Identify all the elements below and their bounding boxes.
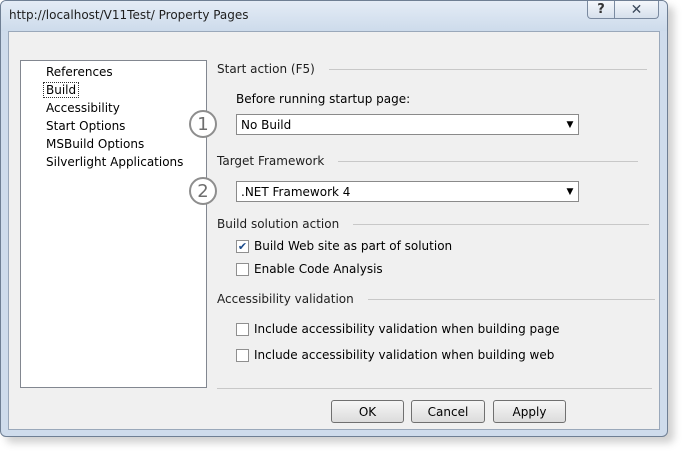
callout-marker-2: 2 [189, 177, 217, 205]
before-running-label: Before running startup page: [236, 92, 411, 106]
target-framework-heading: Target Framework [217, 154, 325, 168]
nav-item-accessibility[interactable]: Accessibility [46, 99, 206, 117]
check-mark-icon: ✔ [237, 239, 248, 253]
dialog-client-area: References Build Accessibility Start Opt… [8, 31, 660, 430]
nav-item-label: MSBuild Options [46, 137, 145, 151]
nav-item-label: References [46, 65, 113, 79]
start-action-group-header: Start action (F5) [217, 62, 647, 76]
enable-code-analysis-checkbox[interactable] [236, 262, 249, 276]
validate-web-checkbox[interactable] [236, 348, 249, 362]
target-framework-dropdown[interactable]: .NET Framework 4 ▼ [236, 181, 579, 202]
nav-item-build[interactable]: Build [43, 81, 206, 99]
close-button[interactable]: ✕ [615, 1, 659, 19]
start-action-dropdown[interactable]: No Build ▼ [236, 114, 579, 135]
target-framework-value: .NET Framework 4 [241, 184, 351, 199]
help-icon: ? [597, 2, 605, 17]
close-icon: ✕ [630, 1, 643, 18]
start-action-heading: Start action (F5) [217, 62, 315, 76]
build-web-site-checkbox[interactable]: ✔ [236, 239, 249, 253]
nav-item-msbuild-options[interactable]: MSBuild Options [46, 135, 206, 153]
build-web-site-label: Build Web site as part of solution [254, 239, 453, 253]
section-divider [367, 298, 655, 300]
dropdown-arrow-icon: ▼ [566, 186, 574, 197]
validate-page-label: Include accessibility validation when bu… [254, 322, 560, 336]
property-pages-dialog: http://localhost/V11Test/ Property Pages… [0, 0, 668, 437]
enable-code-analysis-label: Enable Code Analysis [254, 262, 383, 276]
validate-page-option[interactable]: Include accessibility validation when bu… [236, 322, 559, 336]
accessibility-validation-heading: Accessibility validation [217, 292, 354, 306]
button-bar-divider [217, 388, 652, 389]
callout-marker-1: 1 [189, 110, 217, 138]
nav-item-label: Build [43, 82, 80, 98]
accessibility-validation-group-header: Accessibility validation [217, 292, 655, 306]
window-title: http://localhost/V11Test/ Property Pages [9, 8, 249, 22]
section-divider [328, 68, 647, 70]
section-divider [338, 160, 639, 162]
nav-item-start-options[interactable]: Start Options [46, 117, 206, 135]
validate-web-label: Include accessibility validation when bu… [254, 348, 555, 362]
nav-item-silverlight-applications[interactable]: Silverlight Applications [46, 153, 206, 171]
start-action-value: No Build [241, 117, 292, 132]
nav-item-label: Silverlight Applications [46, 155, 184, 169]
ok-button[interactable]: OK [331, 400, 404, 423]
validate-page-checkbox[interactable] [236, 322, 249, 336]
cancel-button[interactable]: Cancel [411, 400, 485, 423]
title-bar-buttons: ? ✕ [587, 1, 659, 19]
help-button[interactable]: ? [587, 1, 615, 19]
nav-item-label: Start Options [46, 119, 126, 133]
nav-item-label: Accessibility [46, 101, 120, 115]
target-framework-group-header: Target Framework [217, 154, 639, 168]
enable-code-analysis-option[interactable]: Enable Code Analysis [236, 262, 383, 276]
dropdown-arrow-icon: ▼ [566, 119, 574, 130]
category-list[interactable]: References Build Accessibility Start Opt… [20, 60, 207, 388]
section-divider [353, 223, 650, 225]
build-web-site-option[interactable]: ✔ Build Web site as part of solution [236, 239, 452, 253]
title-bar[interactable]: http://localhost/V11Test/ Property Pages… [1, 1, 667, 31]
apply-button[interactable]: Apply [493, 400, 566, 423]
nav-item-references[interactable]: References [46, 63, 206, 81]
validate-web-option[interactable]: Include accessibility validation when bu… [236, 348, 554, 362]
build-solution-group-header: Build solution action [217, 217, 650, 231]
build-solution-heading: Build solution action [217, 217, 340, 231]
